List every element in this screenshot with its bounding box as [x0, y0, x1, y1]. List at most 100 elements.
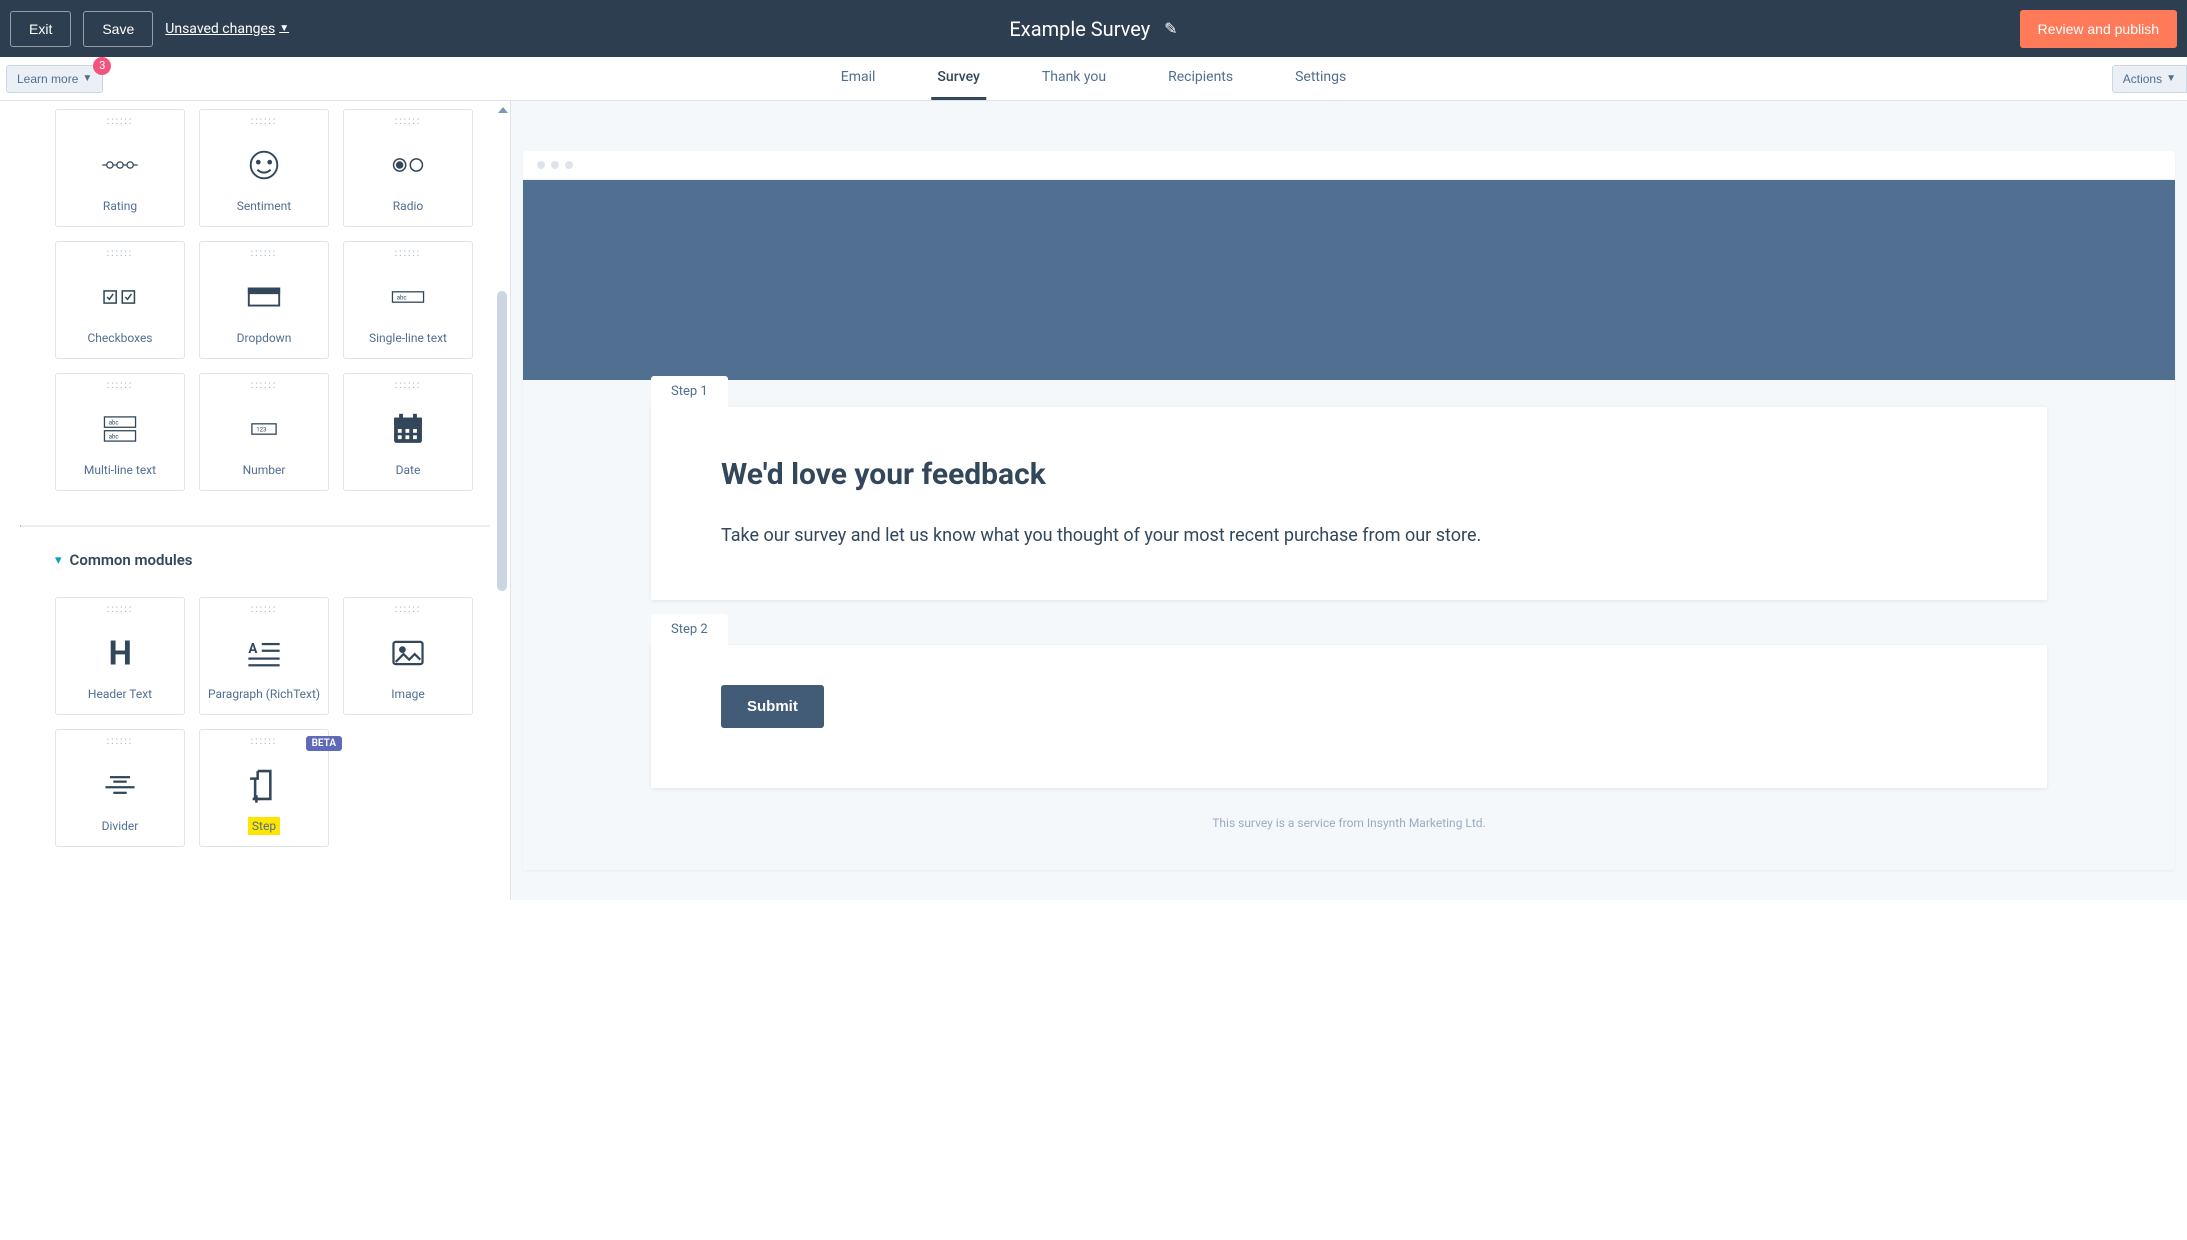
top-bar: Exit Save Unsaved changes ▼ Example Surv… — [0, 0, 2187, 57]
module-label: Image — [391, 687, 424, 714]
survey-hero-banner — [523, 180, 2175, 380]
svg-text:A: A — [248, 642, 257, 657]
drag-handle-icon: :::::: — [107, 736, 134, 750]
drag-handle-icon: :::::: — [251, 116, 278, 130]
drag-handle-icon: :::::: — [107, 380, 134, 394]
tab-settings[interactable]: Settings — [1289, 57, 1352, 100]
svg-text:123: 123 — [256, 426, 266, 433]
exit-button[interactable]: Exit — [10, 11, 71, 47]
survey-step-1-card[interactable]: We'd love your feedback Take our survey … — [651, 407, 2047, 600]
module-number[interactable]: :::::: 123 Number — [199, 373, 329, 491]
module-label: Multi-line text — [84, 463, 156, 490]
step-2-tab[interactable]: Step 2 — [651, 614, 728, 645]
tab-email[interactable]: Email — [835, 57, 882, 100]
module-label: Radio — [393, 199, 423, 226]
review-publish-button[interactable]: Review and publish — [2020, 10, 2177, 48]
step-1-label: Step 1 — [671, 384, 708, 399]
scrollbar[interactable] — [495, 101, 510, 900]
drag-handle-icon: :::::: — [395, 116, 422, 130]
module-multi-line-text[interactable]: :::::: abcabc Multi-line text — [55, 373, 185, 491]
sentiment-icon — [200, 130, 328, 199]
svg-text:abc: abc — [397, 294, 407, 301]
drag-handle-icon: :::::: — [395, 604, 422, 618]
svg-text:abc: abc — [109, 419, 119, 426]
survey-body-text: Take our survey and let us know what you… — [721, 522, 1977, 550]
edit-title-icon[interactable]: ✎ — [1164, 19, 1177, 38]
preview-pane: Step 1 We'd love your feedback Take our … — [510, 101, 2187, 900]
module-dropdown[interactable]: :::::: Dropdown — [199, 241, 329, 359]
window-dot-icon — [537, 161, 545, 169]
single-line-text-icon: abc — [344, 262, 472, 331]
section-divider — [20, 525, 490, 527]
multi-line-text-icon: abcabc — [56, 394, 184, 463]
divider-icon — [56, 750, 184, 819]
paragraph-icon: A — [200, 618, 328, 687]
header-text-icon: H — [56, 618, 184, 687]
common-modules-label: Common modules — [70, 551, 193, 569]
drag-handle-icon: :::::: — [107, 116, 134, 130]
main-area: :::::: Rating :::::: Sentiment :::::: Ra… — [0, 101, 2187, 900]
module-sentiment[interactable]: :::::: Sentiment — [199, 109, 329, 227]
secondary-toolbar: Learn more ▼ 3 Email Survey Thank you Re… — [0, 57, 2187, 101]
module-image[interactable]: :::::: Image — [343, 597, 473, 715]
editor-tabs: Email Survey Thank you Recipients Settin… — [835, 57, 1352, 100]
learn-more-dropdown[interactable]: Learn more ▼ — [6, 65, 103, 93]
module-single-line-text[interactable]: :::::: abc Single-line text — [343, 241, 473, 359]
actions-label: Actions — [2123, 72, 2162, 86]
module-checkboxes[interactable]: :::::: Checkboxes — [55, 241, 185, 359]
unsaved-changes-dropdown[interactable]: Unsaved changes ▼ — [165, 21, 289, 37]
caret-down-icon: ▼ — [279, 23, 289, 34]
drag-handle-icon: :::::: — [395, 248, 422, 262]
tab-recipients[interactable]: Recipients — [1162, 57, 1239, 100]
caret-down-icon: ▼ — [2166, 73, 2176, 84]
drag-handle-icon: :::::: — [107, 248, 134, 262]
module-header-text[interactable]: :::::: H Header Text — [55, 597, 185, 715]
module-rating[interactable]: :::::: Rating — [55, 109, 185, 227]
module-divider[interactable]: :::::: Divider — [55, 729, 185, 847]
module-paragraph[interactable]: :::::: A Paragraph (RichText) — [199, 597, 329, 715]
survey-step-2-card[interactable]: Submit — [651, 645, 2047, 788]
window-chrome-dots — [523, 151, 2175, 180]
module-label: Number — [243, 463, 286, 490]
tab-survey[interactable]: Survey — [931, 57, 985, 100]
submit-button[interactable]: Submit — [721, 685, 824, 728]
module-label: Dropdown — [237, 331, 292, 358]
drag-handle-icon: :::::: — [251, 380, 278, 394]
checkboxes-icon — [56, 262, 184, 331]
dropdown-icon — [200, 262, 328, 331]
module-label: Sentiment — [237, 199, 291, 226]
number-icon: 123 — [200, 394, 328, 463]
radio-icon — [344, 130, 472, 199]
survey-heading: We'd love your feedback — [721, 457, 1977, 492]
chevron-down-icon: ▾ — [55, 553, 62, 568]
module-radio[interactable]: :::::: Radio — [343, 109, 473, 227]
module-palette: :::::: Rating :::::: Sentiment :::::: Ra… — [0, 101, 510, 900]
save-button[interactable]: Save — [83, 11, 153, 47]
preview-window: Step 1 We'd love your feedback Take our … — [523, 151, 2175, 870]
drag-handle-icon: :::::: — [107, 604, 134, 618]
step-1-tab[interactable]: Step 1 — [651, 376, 728, 407]
module-step[interactable]: BETA :::::: Step — [199, 729, 329, 847]
actions-dropdown[interactable]: Actions ▼ — [2112, 65, 2187, 93]
drag-handle-icon: :::::: — [251, 736, 278, 750]
window-dot-icon — [551, 161, 559, 169]
svg-text:H: H — [109, 634, 132, 672]
learn-more-label: Learn more — [17, 72, 78, 86]
module-date[interactable]: :::::: Date — [343, 373, 473, 491]
drag-handle-icon: :::::: — [251, 604, 278, 618]
survey-footnote: This survey is a service from Insynth Ma… — [651, 788, 2047, 840]
module-label: Date — [396, 463, 421, 490]
unsaved-changes-label: Unsaved changes — [165, 21, 275, 37]
step-icon — [200, 750, 328, 819]
tab-thank-you[interactable]: Thank you — [1036, 57, 1112, 100]
module-label: Header Text — [88, 687, 152, 714]
step-2-label: Step 2 — [671, 622, 708, 637]
caret-down-icon: ▼ — [82, 73, 92, 84]
common-modules-toggle[interactable]: ▾ Common modules — [20, 551, 490, 569]
module-label: Paragraph (RichText) — [208, 687, 320, 714]
learn-more-badge: 3 — [93, 57, 111, 75]
beta-badge: BETA — [306, 736, 342, 751]
module-label: Single-line text — [369, 331, 447, 358]
rating-icon — [56, 130, 184, 199]
image-icon — [344, 618, 472, 687]
